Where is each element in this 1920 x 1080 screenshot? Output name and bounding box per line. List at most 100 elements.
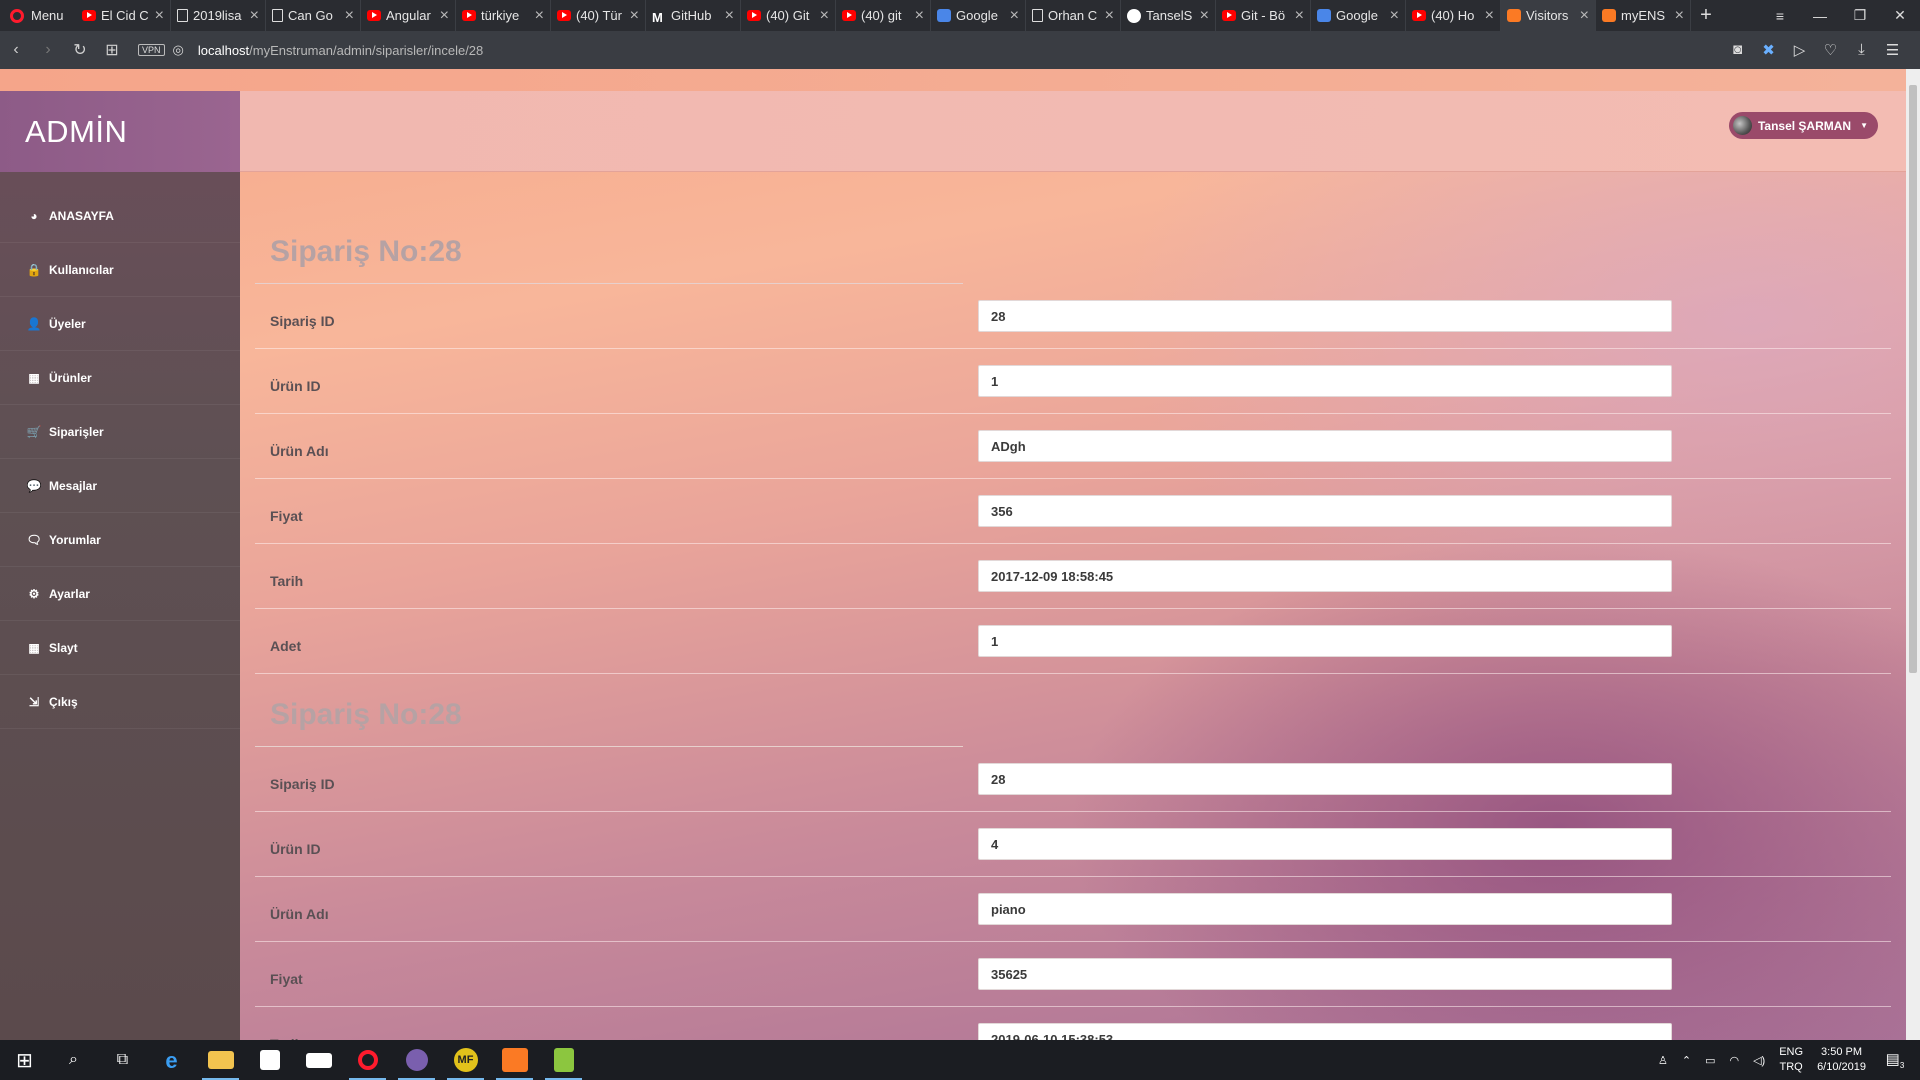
sidebar-item-7[interactable]: ⚙ Ayarlar [0, 567, 240, 621]
mf-app-icon[interactable]: MF [441, 1040, 490, 1080]
tab-close-icon[interactable]: × [250, 7, 259, 25]
opera-icon[interactable] [343, 1040, 392, 1080]
browser-tab[interactable]: (40) Tür × [551, 0, 646, 31]
new-tab-button[interactable]: + [1691, 0, 1721, 31]
notification-icon[interactable]: ▤3 [1880, 1050, 1910, 1070]
field-value-input[interactable]: piano [978, 893, 1672, 925]
tab-menu-icon[interactable]: ≡ [1760, 8, 1800, 24]
download-icon[interactable]: ⤓ [1846, 41, 1877, 59]
tab-close-icon[interactable]: × [1295, 7, 1304, 25]
edge-icon[interactable]: e [147, 1040, 196, 1080]
chevron-up-icon[interactable]: ⌃ [1682, 1054, 1691, 1067]
field-value-input[interactable]: 35625 [978, 958, 1672, 990]
browser-tab[interactable]: El Cid C × [76, 0, 171, 31]
sidebar-item-3[interactable]: ▦ Ürünler [0, 351, 240, 405]
notepad-icon[interactable] [539, 1040, 588, 1080]
back-icon[interactable]: ‹ [0, 41, 32, 59]
tab-close-icon[interactable]: × [1580, 7, 1589, 25]
browser-tab[interactable]: myENS × [1596, 0, 1691, 31]
tab-close-icon[interactable]: × [1485, 7, 1494, 25]
field-value-input[interactable]: 1 [978, 365, 1672, 397]
field-value-input[interactable]: 28 [978, 763, 1672, 795]
tab-close-icon[interactable]: × [1105, 7, 1114, 25]
browser-tab[interactable]: Can Go × [266, 0, 361, 31]
sidebar-item-4[interactable]: 🛒 Siparişler [0, 405, 240, 459]
clock[interactable]: 3:50 PM 6/10/2019 [1817, 1045, 1866, 1075]
sidebar-item-0[interactable]: ◕ ANASAYFA [0, 189, 240, 243]
tab-close-icon[interactable]: × [725, 7, 734, 25]
tab-close-icon[interactable]: × [1390, 7, 1399, 25]
field-value-input[interactable]: 28 [978, 300, 1672, 332]
task-view-icon[interactable]: ⧉ [98, 1040, 147, 1080]
field-value-input[interactable]: 2017-12-09 18:58:45 [978, 560, 1672, 592]
browser-tab[interactable]: Angular × [361, 0, 456, 31]
browser-tab[interactable]: (40) Ho × [1406, 0, 1501, 31]
field-value-input[interactable]: ADgh [978, 430, 1672, 462]
tab-close-icon[interactable]: × [440, 7, 449, 25]
browser-tab[interactable]: Google × [1311, 0, 1406, 31]
browser-tab[interactable]: M GitHub × [646, 0, 741, 31]
volume-icon[interactable]: ◁) [1753, 1054, 1765, 1067]
browser-tab[interactable]: türkiye × [456, 0, 551, 31]
url-field[interactable]: localhost/myEnstruman/admin/siparisler/i… [198, 43, 483, 58]
vpn-badge[interactable]: VPN [138, 44, 165, 56]
browser-tab[interactable]: (40) git × [836, 0, 931, 31]
field-value-input[interactable]: 1 [978, 625, 1672, 657]
minimize-icon[interactable]: — [1800, 8, 1840, 24]
field-value-input[interactable]: 4 [978, 828, 1672, 860]
tab-close-icon[interactable]: × [915, 7, 924, 25]
tab-close-icon[interactable]: × [1200, 7, 1209, 25]
tab-close-icon[interactable]: × [155, 7, 164, 25]
sidebar-item-6[interactable]: 🗨 Yorumlar [0, 513, 240, 567]
field-value-input[interactable]: 2019-06-10 15:38:53 [978, 1023, 1672, 1040]
language-indicator[interactable]: ENG TRQ [1779, 1045, 1803, 1075]
close-window-icon[interactable]: ✕ [1880, 7, 1920, 24]
tab-close-icon[interactable]: × [535, 7, 544, 25]
site-info-icon[interactable]: ◎ [173, 42, 184, 58]
scrollbar-thumb[interactable] [1909, 85, 1917, 673]
store-icon[interactable] [245, 1040, 294, 1080]
browser-tab[interactable]: Git - Bö × [1216, 0, 1311, 31]
document-icon [177, 9, 188, 22]
tab-close-icon[interactable]: × [1010, 7, 1019, 25]
app-circle-icon[interactable] [392, 1040, 441, 1080]
sidebar-item-8[interactable]: ▦ Slayt [0, 621, 240, 675]
reload-icon[interactable]: ↻ [64, 40, 96, 60]
heart-icon[interactable]: ♡ [1815, 41, 1846, 59]
adblock-icon[interactable]: ✖ [1753, 41, 1784, 59]
windows-start-icon[interactable]: ⊞ [0, 1040, 49, 1080]
page-scrollbar[interactable] [1906, 69, 1920, 1040]
browser-tab[interactable]: (40) Git × [741, 0, 836, 31]
battery-icon[interactable]: ▭ [1705, 1054, 1715, 1067]
brand-title[interactable]: ADMİN [0, 91, 240, 172]
tab-close-icon[interactable]: × [345, 7, 354, 25]
wifi-icon[interactable]: ◠ [1729, 1054, 1739, 1067]
send-icon[interactable]: ▷ [1784, 41, 1815, 59]
people-icon[interactable]: ♙ [1658, 1054, 1668, 1067]
field-value-input[interactable]: 356 [978, 495, 1672, 527]
speed-dial-icon[interactable]: ⊞ [96, 40, 128, 60]
sidebar-item-5[interactable]: 💬 Mesajlar [0, 459, 240, 513]
browser-tab[interactable]: 2019lisa × [171, 0, 266, 31]
sidebar-item-2[interactable]: 👤 Üyeler [0, 297, 240, 351]
browser-menu-button[interactable]: Menu [0, 0, 76, 31]
restore-icon[interactable]: ❐ [1840, 7, 1880, 24]
sidebar-item-1[interactable]: 🔒 Kullanıcılar [0, 243, 240, 297]
mail-icon[interactable] [294, 1040, 343, 1080]
camera-icon[interactable]: ◙ [1722, 41, 1753, 59]
forward-icon[interactable]: › [32, 41, 64, 59]
xampp-icon[interactable] [490, 1040, 539, 1080]
user-menu-button[interactable]: Tansel ŞARMAN ▼ [1728, 112, 1878, 139]
browser-tab-title: Google [1336, 8, 1378, 23]
sidebar-item-9[interactable]: ⇲ Çıkış [0, 675, 240, 729]
browser-tab[interactable]: Google × [931, 0, 1026, 31]
tab-close-icon[interactable]: × [1675, 7, 1684, 25]
browser-tab[interactable]: Orhan C × [1026, 0, 1121, 31]
browser-tab[interactable]: Visitors × [1501, 0, 1596, 31]
tab-close-icon[interactable]: × [820, 7, 829, 25]
tab-close-icon[interactable]: × [630, 7, 639, 25]
browser-tab[interactable]: TanselS × [1121, 0, 1216, 31]
easy-setup-icon[interactable]: ☰ [1877, 41, 1908, 59]
file-explorer-icon[interactable] [196, 1040, 245, 1080]
search-icon[interactable]: ⌕ [49, 1040, 98, 1080]
